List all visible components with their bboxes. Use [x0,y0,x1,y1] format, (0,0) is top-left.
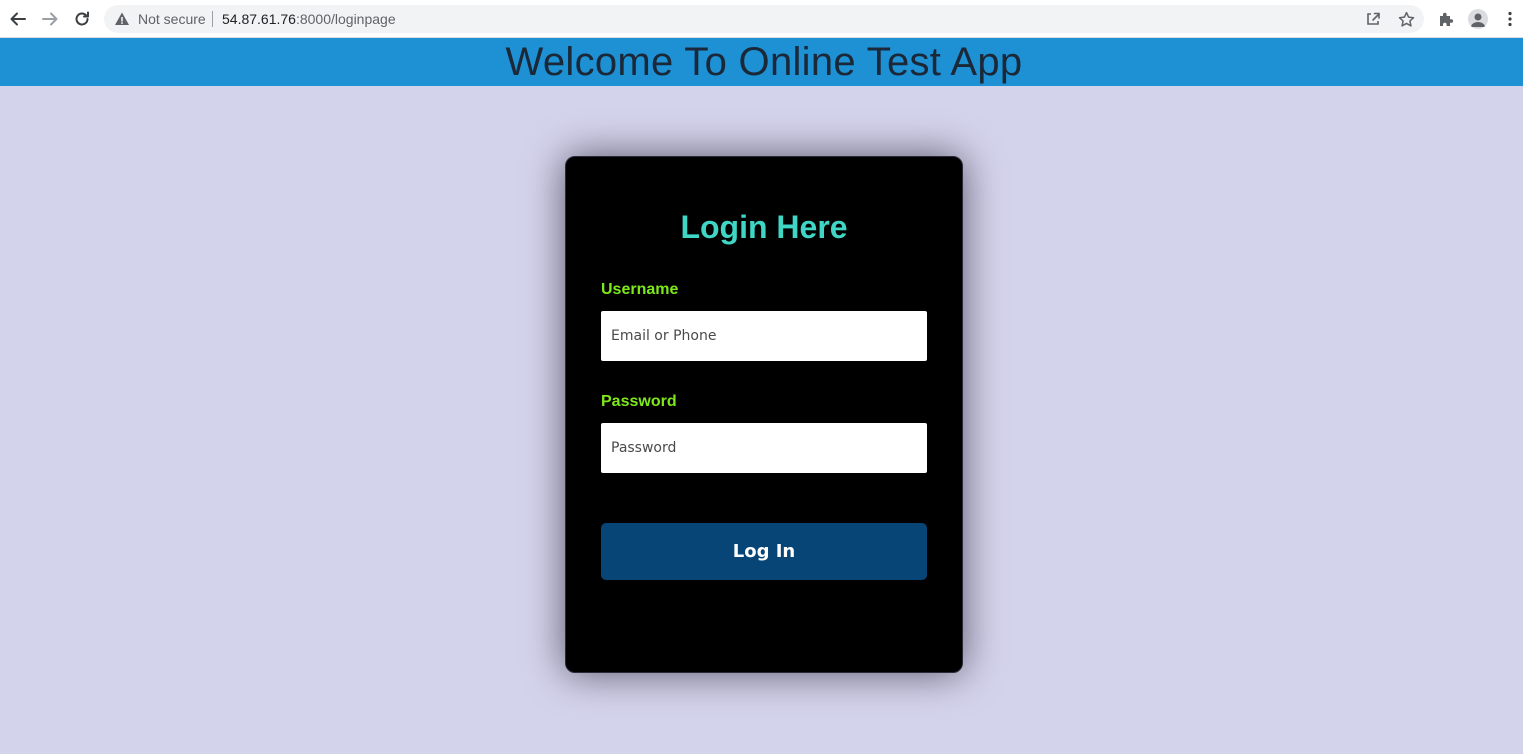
warning-triangle-icon[interactable] [114,11,130,27]
reload-button[interactable] [68,5,96,33]
profile-icon [1468,9,1488,29]
arrow-left-icon [10,12,26,26]
page-title: Welcome To Online Test App [505,40,1023,84]
browser-menu-button[interactable] [1496,5,1523,33]
login-heading: Login Here [680,209,848,245]
login-form: Login Here Username Password Log In [565,156,963,673]
extensions-button[interactable] [1432,5,1460,33]
password-input[interactable] [601,423,927,473]
url-path: :8000/loginpage [295,11,396,27]
puzzle-icon [1440,12,1454,26]
back-button[interactable] [4,5,32,33]
address-bar[interactable]: Not secure 54.87.61.76:8000/loginpage [104,5,1424,33]
security-status[interactable]: Not secure [138,5,206,33]
forward-button[interactable] [36,5,64,33]
username-input[interactable] [601,311,927,361]
bookmark-button[interactable] [1396,9,1416,29]
reload-icon [75,11,89,26]
username-label: Username [601,281,679,298]
url-text[interactable]: 54.87.61.76:8000/loginpage [222,5,396,33]
profile-button[interactable] [1464,5,1492,33]
star-icon [1398,11,1414,27]
app-header: Welcome To Online Test App [0,38,1523,86]
password-label: Password [601,393,677,410]
login-button[interactable]: Log In [601,523,927,580]
browser-toolbar: Not secure 54.87.61.76:8000/loginpage [0,0,1523,38]
share-button[interactable] [1363,9,1383,29]
kebab-menu-icon [1508,11,1512,27]
share-icon [1367,12,1380,25]
divider [212,11,213,27]
url-host: 54.87.61.76 [222,11,296,27]
arrow-right-icon [42,12,58,26]
